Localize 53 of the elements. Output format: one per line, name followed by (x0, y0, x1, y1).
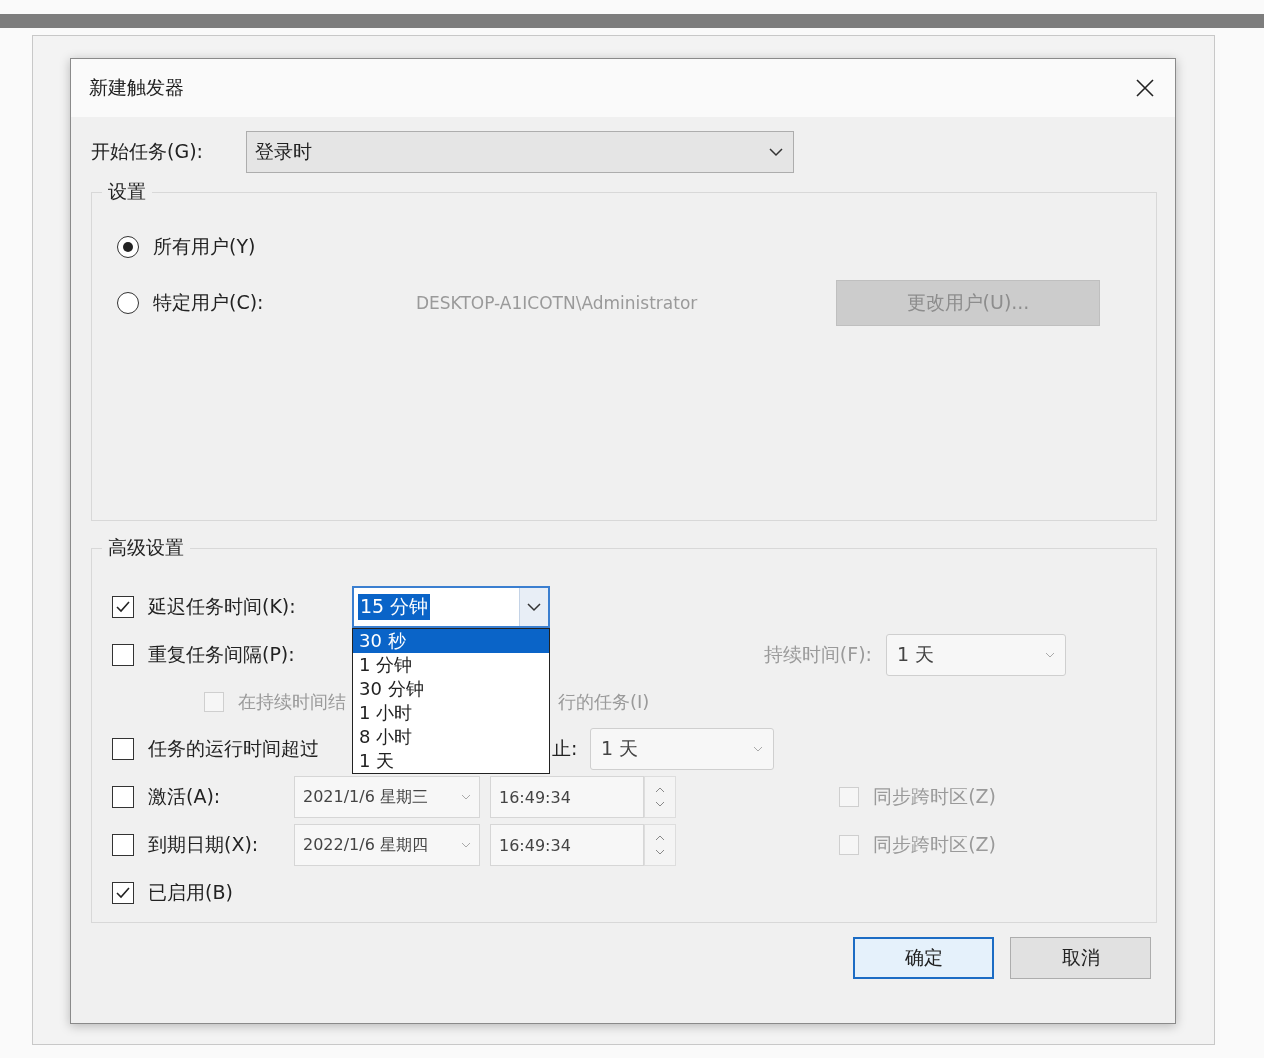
checkbox[interactable] (112, 644, 134, 666)
cancel-button[interactable]: 取消 (1010, 937, 1151, 979)
chevron-icon (461, 841, 471, 849)
checkbox[interactable] (112, 882, 134, 904)
checkbox-label: 同步跨时区(Z) (873, 832, 996, 857)
group-title: 设置 (107, 179, 147, 204)
radio-label: 所有用户(Y) (153, 234, 257, 259)
dropdown-option[interactable]: 1 天 (353, 749, 549, 773)
field-label: 开始任务(G): (91, 139, 204, 164)
checkbox-label: 在持续时间结 (238, 690, 347, 714)
checkbox-label: 激活(A): (148, 784, 222, 809)
chevron-icon (769, 147, 783, 157)
checkbox[interactable] (112, 786, 134, 808)
dropdown-option[interactable]: 1 小时 (353, 701, 549, 725)
close-icon[interactable] (1135, 78, 1155, 98)
check-icon (115, 885, 131, 901)
checkbox-label: 止: (552, 736, 579, 761)
checkbox[interactable] (112, 738, 134, 760)
checkbox[interactable] (112, 596, 134, 618)
duration-label: 持续时间(F): (763, 642, 872, 667)
check-icon (115, 599, 131, 615)
date-field[interactable]: 2021/1/6 星期三 (294, 776, 480, 818)
date-field[interactable]: 2022/1/6 星期四 (294, 824, 480, 866)
duration-field[interactable]: 1 天 (886, 634, 1066, 676)
selected-text: 15 分钟 (358, 594, 431, 620)
user-name: DESKTOP-A1ICOTN\Administrator (416, 293, 699, 313)
checkbox-label: 任务的运行时间超过 (148, 736, 320, 761)
checkbox-label: 到期日期(X): (148, 832, 260, 857)
time-field[interactable]: 16:49:34 (490, 776, 644, 818)
dropdown-option[interactable]: 30 秒 (353, 629, 549, 653)
delay-dropdown[interactable]: 15 分钟 (352, 586, 550, 628)
group-title: 高级设置 (107, 535, 185, 560)
dropdown-option[interactable]: 8 小时 (353, 725, 549, 749)
chevron-icon (461, 793, 471, 801)
time-field[interactable]: 16:49:34 (490, 824, 644, 866)
chevron-icon (1045, 651, 1055, 659)
trigger-dropdown[interactable]: 登录时 (246, 131, 794, 173)
checkbox-label: 已启用(B) (148, 880, 233, 905)
dropdown-option[interactable]: 30 分钟 (353, 677, 549, 701)
chevron-icon (519, 588, 548, 626)
radio-label: 特定用户(C): (153, 290, 265, 315)
checkbox-label: 延迟任务时间(K): (148, 594, 297, 619)
window-title: 新建触发器 (89, 75, 184, 100)
checkbox-label: 重复任务间隔(P): (148, 642, 296, 667)
radio-button[interactable] (117, 236, 139, 258)
checkbox[interactable] (112, 834, 134, 856)
radio-button[interactable] (117, 292, 139, 314)
checkbox-label: 同步跨时区(Z) (873, 784, 996, 809)
chevron-icon (753, 745, 763, 753)
dropdown-option[interactable]: 1 分钟 (353, 653, 549, 677)
ok-button[interactable]: 确定 (853, 937, 994, 979)
checkbox-label: 行的任务(I) (558, 690, 650, 714)
duration-field[interactable]: 1 天 (590, 728, 774, 770)
